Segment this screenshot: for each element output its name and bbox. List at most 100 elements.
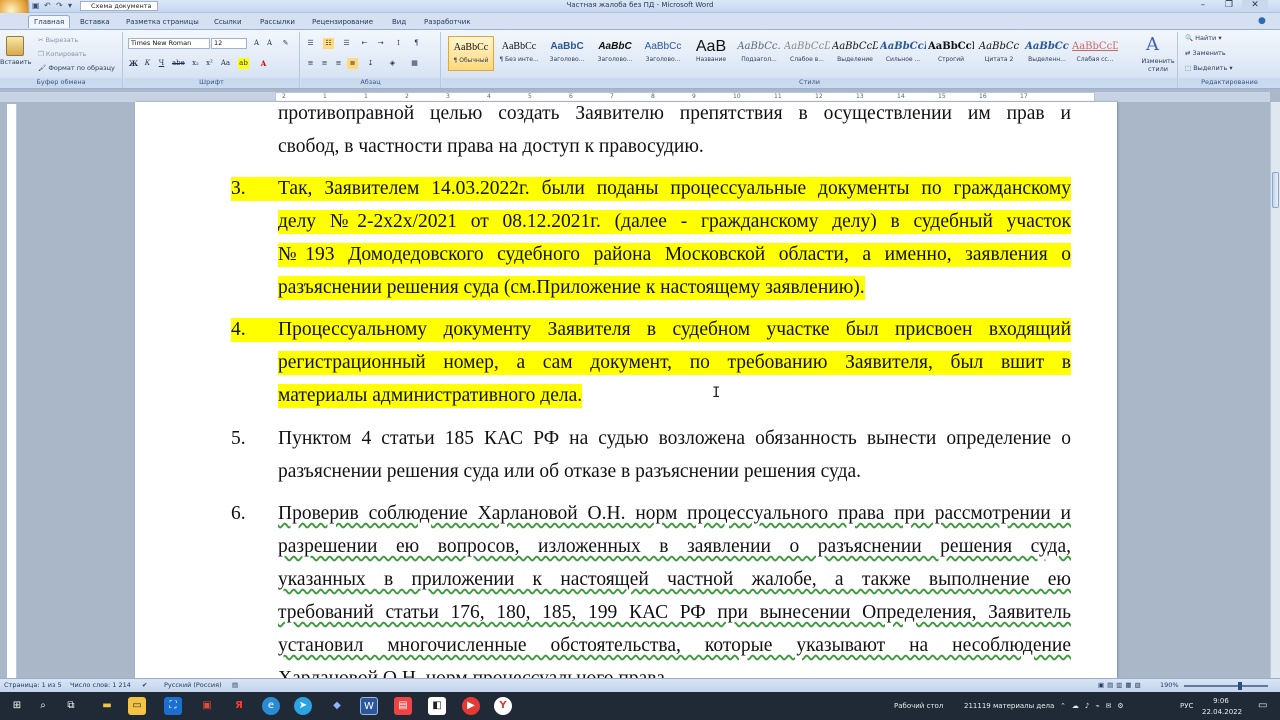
scroll-thumb[interactable] (1272, 172, 1279, 208)
text-line[interactable]: установил многочисленные обстоятельства,… (278, 634, 1071, 658)
dropdown-icon[interactable]: ▾ (68, 1, 72, 11)
style-item[interactable]: AaBbCc Заголово... (640, 36, 686, 71)
text-line[interactable]: разъяснении решения суда (см.Приложение … (278, 276, 865, 300)
style-item[interactable]: AaBbCc ¶ Без инте... (496, 36, 542, 71)
decrease-indent-icon[interactable]: ⇤ (359, 38, 370, 49)
style-item[interactable]: AaBbC Заголово... (592, 36, 638, 71)
pdf-icon[interactable]: ▤ (394, 697, 412, 715)
input-language[interactable]: РУС (1180, 692, 1193, 720)
office-icon[interactable]: ▣ (198, 697, 216, 715)
folder-icon[interactable]: ▭ (128, 697, 146, 715)
text-line[interactable]: Процессуальному документу Заявителя в су… (278, 318, 1071, 342)
tab-view[interactable]: Вид (392, 16, 406, 29)
copy-button[interactable]: ❐ Копировать (38, 50, 87, 58)
style-item[interactable]: AaBbCc. Подзагол... (736, 36, 782, 71)
text-line[interactable]: разрешении ею вопросов, изложенных в зая… (278, 535, 1071, 559)
text-line[interactable]: материалы административного дела. (278, 384, 583, 408)
save-icon[interactable]: ▣ (32, 1, 40, 11)
style-item[interactable]: AaBbCcD Слабая сс... (1072, 36, 1118, 71)
text-line[interactable]: регистрационный номер, а сам документ, п… (278, 351, 1071, 375)
player-icon[interactable]: ▶ (462, 697, 480, 715)
start-icon[interactable]: ⊞ (8, 697, 26, 715)
close-button[interactable]: ✕ (1242, 0, 1268, 12)
text-line[interactable]: разъяснении решения суда или об отказе в… (278, 460, 861, 484)
italic-button[interactable]: К (142, 58, 153, 69)
style-item[interactable]: AaBbCcD Сильное ... (880, 36, 926, 71)
justify-icon[interactable]: ≣ (347, 58, 358, 69)
clock-date[interactable]: 22.04.2022 (1202, 698, 1242, 720)
paste-button[interactable]: Вставить (0, 58, 31, 66)
undo-icon[interactable]: ↶ (44, 1, 51, 11)
font-size-combo[interactable]: 12 (211, 38, 247, 49)
file-explorer-icon[interactable]: ▬ (98, 697, 116, 715)
tab-developer[interactable]: Разработчик (424, 16, 471, 29)
borders-icon[interactable]: ▦ (409, 58, 420, 69)
find-button[interactable]: 🔍 Найти ▾ (1185, 34, 1222, 42)
font-name-combo[interactable]: Times New Roman (128, 38, 210, 49)
text-line[interactable]: указанных в приложении к настоящей частн… (278, 568, 1071, 592)
store-icon[interactable]: ⛶ (164, 697, 182, 715)
pilcrow-icon[interactable]: ¶ (411, 38, 422, 49)
change-styles-icon[interactable]: A (1146, 34, 1159, 55)
vertical-scrollbar[interactable] (1270, 102, 1280, 678)
view-buttons[interactable]: ▣▤▥▦▧ (1098, 679, 1144, 692)
viewer-icon[interactable]: ◧ (428, 697, 446, 715)
document-map-toggle[interactable]: Схема документа (80, 1, 158, 11)
text-line[interactable]: Пунктом 4 статьи 185 КАС РФ на судью воз… (278, 427, 1071, 451)
superscript-button[interactable]: x² (204, 58, 215, 69)
align-right-icon[interactable]: ≡ (333, 58, 344, 69)
bold-button[interactable]: Ж (128, 58, 139, 69)
style-item[interactable]: AaBbCcD Выделение (832, 36, 878, 71)
replace-button[interactable]: ⇄ Заменить (1185, 49, 1226, 57)
zoom-level[interactable]: 190% (1160, 679, 1179, 692)
style-item[interactable]: AaBbCc ¶ Обычный (448, 36, 494, 71)
minimize-button[interactable]: – (1190, 0, 1216, 12)
grow-font-button[interactable]: A (251, 38, 262, 49)
help-icon[interactable]: ● (1258, 15, 1266, 28)
multilevel-icon[interactable]: ☰ (341, 38, 352, 49)
subscript-button[interactable]: x₂ (190, 58, 201, 69)
style-item[interactable]: AaBbCcD Строгий (928, 36, 974, 71)
line-spacing-icon[interactable]: ↨ (365, 58, 376, 69)
text-line[interactable]: требований статьи 176, 180, 185, 199 КАС… (278, 601, 1071, 625)
notification-icon[interactable]: ▭ (1258, 692, 1267, 720)
paste-icon[interactable] (6, 36, 24, 56)
word-count[interactable]: Число слов: 1 214 (70, 679, 131, 692)
tab-references[interactable]: Ссылки (214, 16, 242, 29)
page-count[interactable]: Страница: 1 из 5 (4, 679, 62, 692)
style-item[interactable]: AaBbC Заголово... (544, 36, 590, 71)
bullets-icon[interactable]: ☰ (305, 38, 316, 49)
change-case-button[interactable]: Aa (220, 58, 231, 69)
maximize-button[interactable]: ❐ (1216, 0, 1242, 12)
numbering-icon[interactable]: ☷ (323, 38, 334, 49)
tab-mailings[interactable]: Рассылки (260, 16, 295, 29)
style-item[interactable]: AaBbCc Выделенн... (1024, 36, 1070, 71)
proofing-icon[interactable]: ✔ (142, 679, 147, 692)
style-item[interactable]: AaBbCcD Слабое в... (784, 36, 830, 71)
increase-indent-icon[interactable]: ⇥ (375, 38, 386, 49)
text-line[interactable]: противоправной целью создать Заявителю п… (278, 102, 1071, 126)
tab-page-layout[interactable]: Разметка страницы (126, 16, 199, 29)
cut-button[interactable]: ✂ Вырезать (38, 36, 78, 44)
select-button[interactable]: ⬚ Выделить ▾ (1185, 64, 1233, 72)
shrink-font-button[interactable]: A (264, 38, 275, 49)
zoom-slider-thumb[interactable] (1238, 682, 1242, 690)
strike-button[interactable]: abe (172, 58, 185, 69)
language-indicator[interactable]: Русский (Россия) (164, 679, 222, 692)
tab-insert[interactable]: Вставка (80, 16, 110, 29)
shading-icon[interactable]: ◈ (387, 58, 398, 69)
format-painter-button[interactable]: 🖌 Формат по образцу (38, 64, 115, 72)
task-view-icon[interactable]: ⧉ (62, 697, 80, 715)
telegram-icon[interactable]: ➤ (294, 697, 312, 715)
text-line[interactable]: Харлановой О.Н. норм процессуального пра… (278, 667, 665, 678)
align-center-icon[interactable]: ≡ (319, 58, 330, 69)
tab-home[interactable]: Главная (28, 15, 71, 28)
font-color-button[interactable]: A (258, 58, 269, 69)
folder-toolbar[interactable]: 211119 материалы дела (964, 692, 1054, 720)
change-styles-button[interactable]: Изменить стили (1138, 57, 1178, 73)
edge-icon[interactable]: e (262, 697, 280, 715)
vertical-ruler[interactable] (7, 104, 17, 678)
redo-icon[interactable]: ↷ (56, 1, 63, 11)
yandex-icon[interactable]: Я (230, 697, 248, 715)
horizontal-ruler[interactable]: 2 1 1 2 3 4 5 6 7 8 9 10 11 12 13 14 15 16 17 (275, 92, 1095, 102)
